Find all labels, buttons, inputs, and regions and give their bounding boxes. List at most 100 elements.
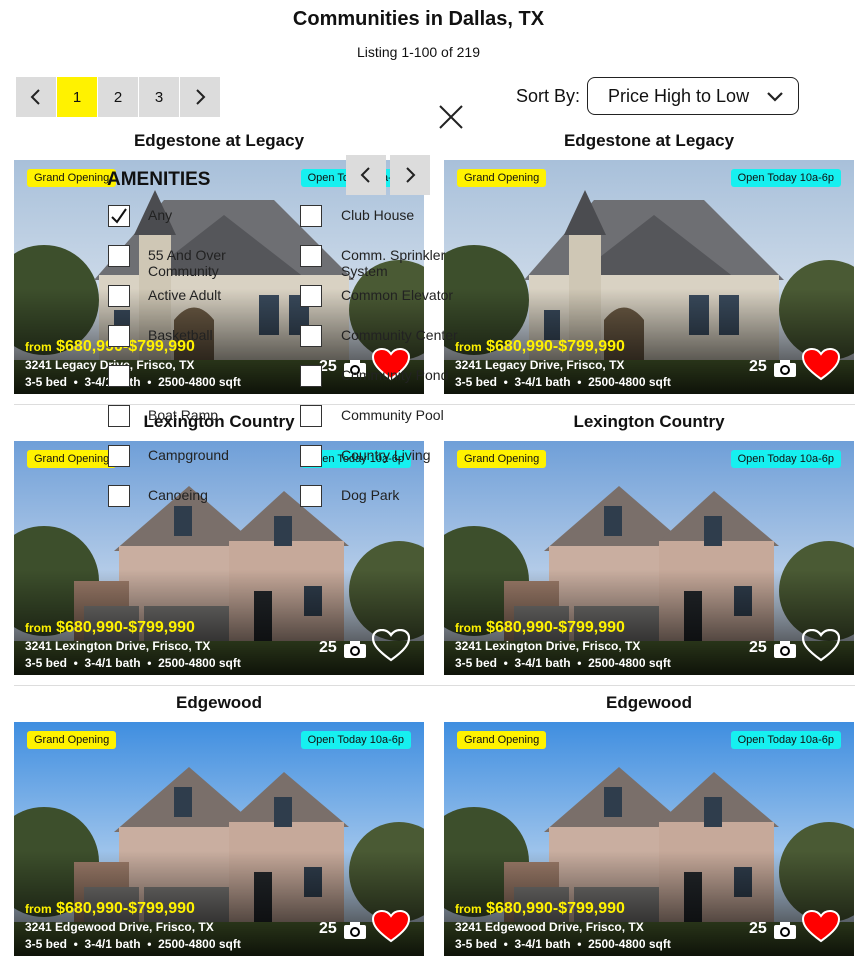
open-today-badge: Open Today 10a-6p — [730, 450, 841, 468]
photo-count: 25 — [749, 358, 767, 375]
pagination: 1 2 3 — [16, 77, 221, 117]
page-2-button[interactable]: 2 — [98, 77, 138, 117]
amenity-label: Boat Ramp — [148, 407, 219, 423]
amenity-checkbox[interactable] — [108, 365, 130, 387]
amenity-checkbox[interactable] — [300, 205, 322, 227]
camera-icon — [774, 922, 796, 939]
divider — [14, 404, 855, 405]
amenity-checkbox[interactable] — [108, 325, 130, 347]
amenity-checkbox[interactable] — [108, 285, 130, 307]
open-today-badge: Open Today 10a-6p — [300, 731, 411, 749]
community-card[interactable]: Grand Opening Open Today 10a-6p from $68… — [444, 160, 854, 394]
amenity-checkbox[interactable] — [300, 405, 322, 427]
community-card[interactable]: Grand Opening Open Today 10a-6p from $68… — [14, 441, 424, 675]
price-prefix: from — [25, 902, 52, 916]
specs: 3-5 bed • 3-4/1 bath • 2500-4800 sqft — [455, 656, 671, 670]
chevron-right-icon — [406, 167, 416, 183]
camera-icon — [774, 360, 796, 377]
amenity-checkbox[interactable] — [300, 245, 322, 267]
amenity-label: Common Elevator — [341, 287, 454, 303]
photo-count: 25 — [749, 639, 767, 656]
chevron-left-icon — [360, 167, 370, 183]
price-range: from $680,990-$799,990 — [455, 900, 625, 918]
address: 3241 Legacy Drive, Frisco, TX — [455, 358, 625, 372]
community-card[interactable]: Grand Opening Open Today 10a-6p from $68… — [444, 441, 854, 675]
price-prefix: from — [455, 621, 482, 635]
amenity-label: Basketball — [148, 327, 213, 343]
amenity-checkbox[interactable] — [300, 325, 322, 347]
sort-select[interactable]: Price High to Low — [587, 77, 799, 115]
open-today-badge: Open Today 10a-6p — [730, 731, 841, 749]
heart-icon[interactable] — [802, 348, 840, 382]
grand-opening-badge: Grand Opening — [27, 731, 117, 749]
amenity-checkbox[interactable] — [300, 285, 322, 307]
price-range: from $680,990-$799,990 — [455, 619, 625, 637]
specs: 3-5 bed • 3-4/1 bath • 2500-4800 sqft — [25, 937, 241, 951]
address: 3241 Lexington Drive, Frisco, TX — [455, 639, 641, 653]
amenity-checkbox[interactable] — [108, 485, 130, 507]
price-prefix: from — [25, 340, 52, 354]
heart-icon[interactable] — [372, 910, 410, 944]
community-title[interactable]: Lexington Country — [444, 412, 854, 432]
address: 3241 Edgewood Drive, Frisco, TX — [25, 920, 214, 934]
amenity-label: Dog Park — [341, 487, 400, 503]
specs: 3-5 bed • 3-4/1 bath • 2500-4800 sqft — [25, 375, 241, 389]
amenity-checkbox[interactable] — [300, 485, 322, 507]
grand-opening-badge: Grand Opening — [27, 169, 117, 187]
amenity-label: Active Adult — [148, 287, 222, 303]
address: 3241 Edgewood Drive, Frisco, TX — [455, 920, 644, 934]
listing-count: Listing 1-100 of 219 — [357, 44, 480, 60]
page-3-button[interactable]: 3 — [139, 77, 179, 117]
price-range: from $680,990-$799,990 — [25, 900, 195, 918]
camera-icon — [774, 641, 796, 658]
amenity-label: Club House — [341, 207, 415, 223]
community-title[interactable]: Edgewood — [14, 693, 424, 713]
amenities-prev-button[interactable] — [346, 155, 386, 195]
prev-page-button[interactable] — [16, 77, 56, 117]
camera-icon — [344, 922, 366, 939]
community-title[interactable]: Edgestone at Legacy — [444, 131, 854, 151]
address: 3241 Lexington Drive, Frisco, TX — [25, 639, 211, 653]
amenity-label: Any — [148, 207, 173, 223]
close-icon[interactable] — [438, 104, 464, 130]
open-today-badge: Open Today 10a-6p — [730, 169, 841, 187]
chevron-left-icon — [30, 89, 40, 105]
photo-count: 25 — [319, 639, 337, 656]
amenities-next-button[interactable] — [390, 155, 430, 195]
chevron-down-icon — [767, 92, 783, 102]
amenity-checkbox[interactable] — [108, 205, 130, 227]
amenity-label: Community Center — [341, 327, 458, 343]
heart-icon[interactable] — [372, 629, 410, 663]
amenity-checkbox[interactable] — [108, 405, 130, 427]
chevron-right-icon — [196, 89, 206, 105]
amenity-checkbox[interactable] — [108, 245, 130, 267]
community-card[interactable]: Grand Opening Open Today 10a-6p from $68… — [14, 722, 424, 956]
grand-opening-badge: Grand Opening — [457, 169, 547, 187]
community-card[interactable]: Grand Opening Open Today 10a-6p from $68… — [444, 722, 854, 956]
grand-opening-badge: Grand Opening — [457, 731, 547, 749]
photo-count: 25 — [749, 920, 767, 937]
community-title[interactable]: Edgestone at Legacy — [14, 131, 424, 151]
amenity-checkbox[interactable] — [300, 365, 322, 387]
heart-icon[interactable] — [802, 910, 840, 944]
checkmark-icon — [111, 208, 127, 224]
amenity-checkbox[interactable] — [108, 445, 130, 467]
page-1-button[interactable]: 1 — [57, 77, 97, 117]
amenity-label: Canoeing — [148, 487, 208, 503]
price-range: from $680,990-$799,990 — [25, 619, 195, 637]
community-title[interactable]: Edgewood — [444, 693, 854, 713]
next-page-button[interactable] — [180, 77, 220, 117]
specs: 3-5 bed • 3-4/1 bath • 2500-4800 sqft — [25, 656, 241, 670]
amenities-title: AMENITIES — [107, 169, 211, 190]
camera-icon — [344, 641, 366, 658]
heart-icon[interactable] — [802, 629, 840, 663]
amenity-checkbox[interactable] — [300, 445, 322, 467]
divider — [14, 685, 855, 686]
price-value: $680,990-$799,990 — [56, 619, 195, 636]
amenity-label: Country Living — [341, 447, 431, 463]
amenity-label: Campground — [148, 447, 229, 463]
price-prefix: from — [25, 621, 52, 635]
page-title: Communities in Dallas, TX — [292, 8, 545, 30]
grand-opening-badge: Grand Opening — [27, 450, 117, 468]
specs: 3-5 bed • 3-4/1 bath • 2500-4800 sqft — [455, 937, 671, 951]
